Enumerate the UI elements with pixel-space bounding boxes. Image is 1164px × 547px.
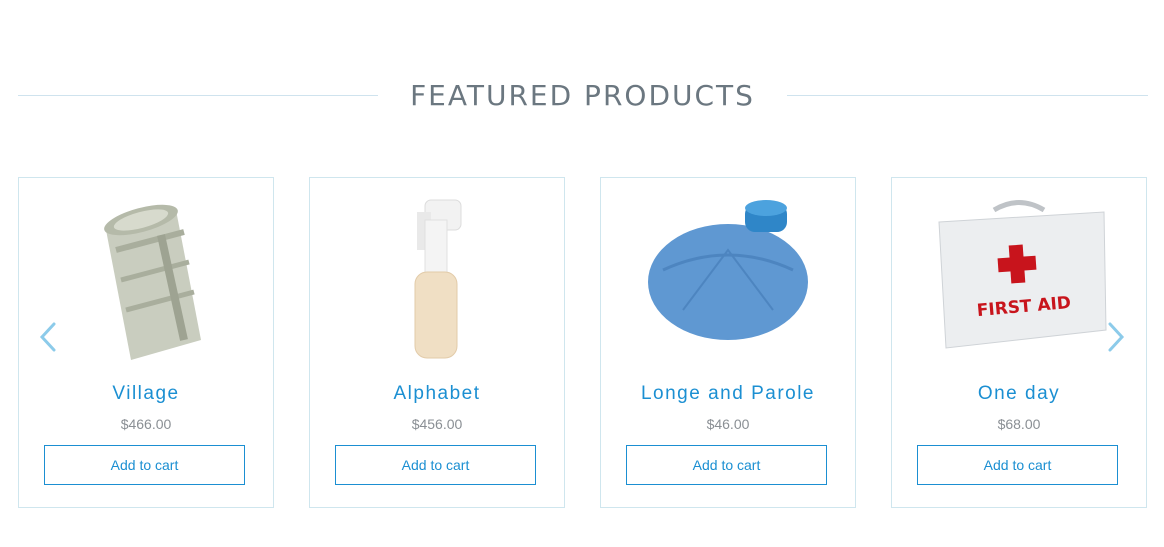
chevron-left-icon xyxy=(39,322,56,352)
chevron-right-icon xyxy=(1108,322,1125,352)
add-to-cart-button[interactable]: Add to cart xyxy=(44,445,245,485)
product-image[interactable] xyxy=(601,190,855,370)
product-card: Longe and Parole $46.00 Add to cart xyxy=(600,177,856,508)
add-to-cart-button[interactable]: Add to cart xyxy=(917,445,1118,485)
header-divider-right xyxy=(787,95,1148,96)
product-name[interactable]: Alphabet xyxy=(310,383,564,405)
ice-bag-icon xyxy=(648,200,808,340)
bandage-roll-icon xyxy=(104,204,201,360)
add-to-cart-button[interactable]: Add to cart xyxy=(626,445,827,485)
product-price: $466.00 xyxy=(120,416,172,432)
inhaler-icon xyxy=(414,199,462,359)
section-header: FEATURED PRODUCTS xyxy=(18,76,1148,116)
product-image[interactable] xyxy=(310,190,564,370)
product-price: $68.00 xyxy=(997,416,1041,432)
product-name[interactable]: Village xyxy=(19,383,273,405)
carousel-next-button[interactable] xyxy=(1104,320,1128,354)
first-aid-kit-icon: FIRST AID xyxy=(938,200,1107,349)
header-divider-left xyxy=(18,95,378,96)
carousel-prev-button[interactable] xyxy=(36,320,60,354)
section-title: FEATURED PRODUCTS xyxy=(410,79,755,112)
product-card: Alphabet $456.00 Add to cart xyxy=(309,177,565,508)
add-to-cart-button[interactable]: Add to cart xyxy=(335,445,536,485)
product-price: $46.00 xyxy=(706,416,750,432)
product-name[interactable]: Longe and Parole xyxy=(601,383,855,405)
product-price: $456.00 xyxy=(411,416,463,432)
product-name[interactable]: One day xyxy=(892,383,1146,405)
